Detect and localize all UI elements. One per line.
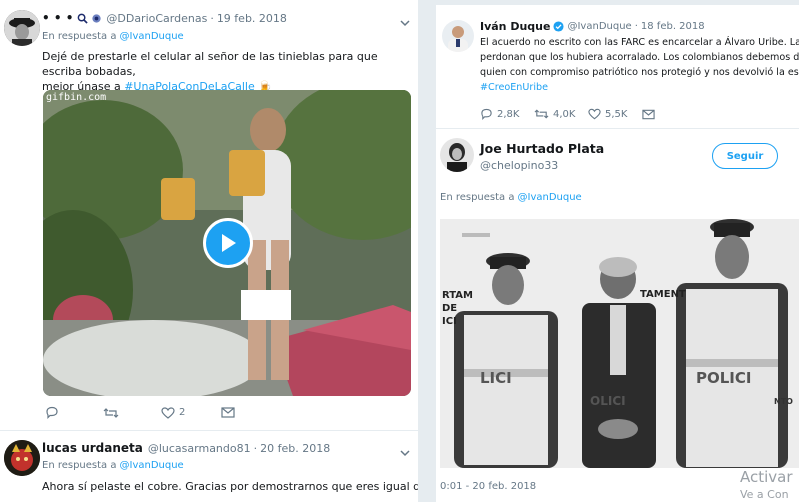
retweet-button[interactable]: 4,0K (534, 108, 588, 120)
tweet-text-line: perdonan que los hubiera acorralado. Los… (480, 52, 799, 63)
avatar[interactable] (440, 138, 474, 172)
tweet-text-line: Dejé de prestarle el celular al señor de… (42, 50, 378, 78)
envelope-icon (642, 109, 655, 119)
photo-text: RTAM (442, 290, 473, 301)
separator-dot: · (210, 11, 214, 25)
reply-to-link[interactable]: @IvanDuque (120, 460, 184, 471)
verified-badge-icon (553, 21, 565, 32)
avatar[interactable] (4, 440, 40, 476)
author-name[interactable]: Joe Hurtado Plata (480, 141, 604, 156)
photo-text: LICI (480, 369, 512, 387)
tweet-text: El acuerdo no escrito con las FARC es en… (480, 35, 799, 95)
reply-to-link[interactable]: @IvanDuque (120, 31, 184, 42)
like-count: 5,5K (605, 108, 628, 120)
hashtag-link[interactable]: #CreoEnUribe (480, 80, 798, 95)
photo-text: POLICI (696, 369, 752, 387)
tweet-text-line: El acuerdo no escrito con las FARC es en… (480, 37, 799, 48)
like-button[interactable]: 5,5K (588, 108, 642, 120)
media-watermark: gifbin.com (46, 92, 107, 103)
photo-text: DE (442, 303, 458, 314)
right-tweet-panel: Iván Duque @IvanDuque · 18 feb. 2018 El … (436, 0, 799, 502)
envelope-icon (221, 407, 235, 418)
author-handle[interactable]: @chelopino33 (480, 159, 558, 172)
reply-icon (46, 406, 58, 419)
tweet-date[interactable]: 20 feb. 2018 (260, 442, 330, 455)
tweet-text: Ahora sí pelaste el cobre. Gracias por d… (42, 480, 418, 493)
retweet-icon (534, 109, 549, 119)
play-button[interactable] (203, 218, 253, 268)
eye-icon (91, 13, 102, 24)
photo-wall-text: RTAM DE ICI (442, 289, 473, 328)
activation-watermark-sub: Ve a Con (740, 488, 789, 501)
like-button[interactable]: 2 (161, 406, 221, 419)
follow-button[interactable]: Seguir (712, 143, 778, 169)
panel-gap (418, 0, 436, 502)
tweet-author-name[interactable]: Iván Duque (480, 20, 550, 33)
photo-text: ICI (442, 316, 457, 327)
avatar[interactable] (442, 20, 474, 52)
tweet-author-name[interactable]: lucas urdaneta (42, 441, 143, 455)
heart-icon (588, 108, 601, 120)
play-icon (222, 234, 236, 252)
reply-prefix: En respuesta a (440, 192, 515, 203)
reply-prefix: En respuesta a (42, 460, 117, 471)
tweet-timestamp[interactable]: 0:01 - 20 feb. 2018 (440, 481, 536, 492)
left-timeline-panel: • • • @DDarioCardenas · 19 feb. 2018 En … (0, 0, 418, 502)
chevron-down-icon[interactable] (400, 12, 410, 31)
tweet-photo[interactable]: RTAM DE ICI TAMENT NTO LICI OLICI POLICI (440, 219, 799, 468)
direct-message-button[interactable] (642, 109, 659, 120)
reply-button[interactable]: 2,8K (480, 108, 534, 120)
tweet-text-line: quien con compromiso patriótico nos prot… (480, 67, 799, 78)
photo-text: NTO (774, 397, 793, 406)
reply-icon (481, 108, 492, 120)
divider (436, 128, 799, 129)
heart-icon (161, 406, 175, 419)
top-border (436, 0, 799, 5)
avatar[interactable] (4, 10, 40, 46)
divider (0, 430, 418, 431)
photo-text: TAMENT (640, 289, 686, 300)
tweet-author-handle[interactable]: @IvanDuque (567, 21, 631, 32)
separator-dot: · (253, 441, 258, 455)
retweet-count: 4,0K (553, 108, 576, 120)
tweet-author-name[interactable]: • • • (42, 11, 73, 25)
tweet-author-handle[interactable]: @lucasarmando81 (148, 442, 251, 455)
reply-to-link[interactable]: @IvanDuque (518, 192, 582, 203)
search-icon (77, 13, 89, 24)
tweet-date[interactable]: 18 feb. 2018 (641, 21, 705, 32)
reply-count: 2,8K (497, 108, 520, 120)
tweet-text: Dejé de prestarle el celular al señor de… (42, 49, 412, 94)
direct-message-button[interactable] (221, 407, 239, 418)
activation-watermark: Activar (740, 468, 793, 486)
gif-media[interactable]: gifbin.com (43, 90, 411, 396)
retweet-button[interactable] (103, 407, 161, 419)
tweet-author-handle[interactable]: @DDarioCardenas (106, 12, 207, 25)
chevron-down-icon[interactable] (400, 442, 410, 461)
tweet-date[interactable]: 19 feb. 2018 (217, 12, 287, 25)
photo-text: OLICI (590, 394, 626, 408)
reply-prefix: En respuesta a (42, 31, 117, 42)
separator-dot: · (634, 21, 638, 32)
retweet-icon (103, 407, 119, 418)
like-count: 2 (179, 407, 186, 418)
reply-button[interactable] (45, 406, 103, 419)
